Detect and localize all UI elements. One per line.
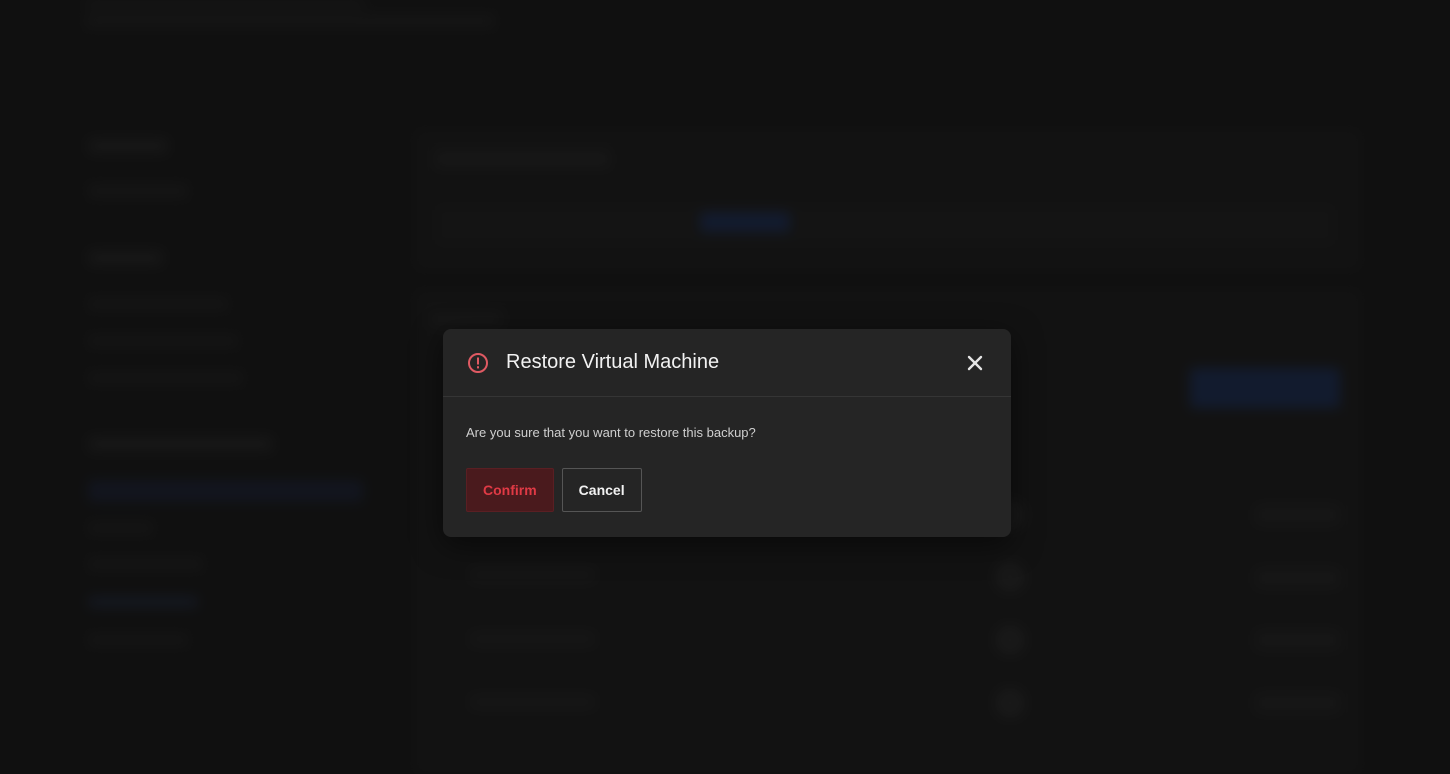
dialog-header: Restore Virtual Machine: [443, 329, 1011, 397]
restore-vm-dialog: Restore Virtual Machine Are you sure tha…: [443, 329, 1011, 537]
confirm-button[interactable]: Confirm: [466, 468, 554, 512]
alert-circle-icon: [467, 352, 489, 374]
cancel-button[interactable]: Cancel: [561, 468, 642, 512]
close-icon[interactable]: [965, 353, 985, 373]
dialog-title: Restore Virtual Machine: [506, 351, 720, 373]
dialog-message: Are you sure that you want to restore th…: [466, 425, 756, 440]
dialog-body: Are you sure that you want to restore th…: [443, 397, 1011, 512]
dialog-actions: Confirm Cancel: [466, 468, 988, 512]
